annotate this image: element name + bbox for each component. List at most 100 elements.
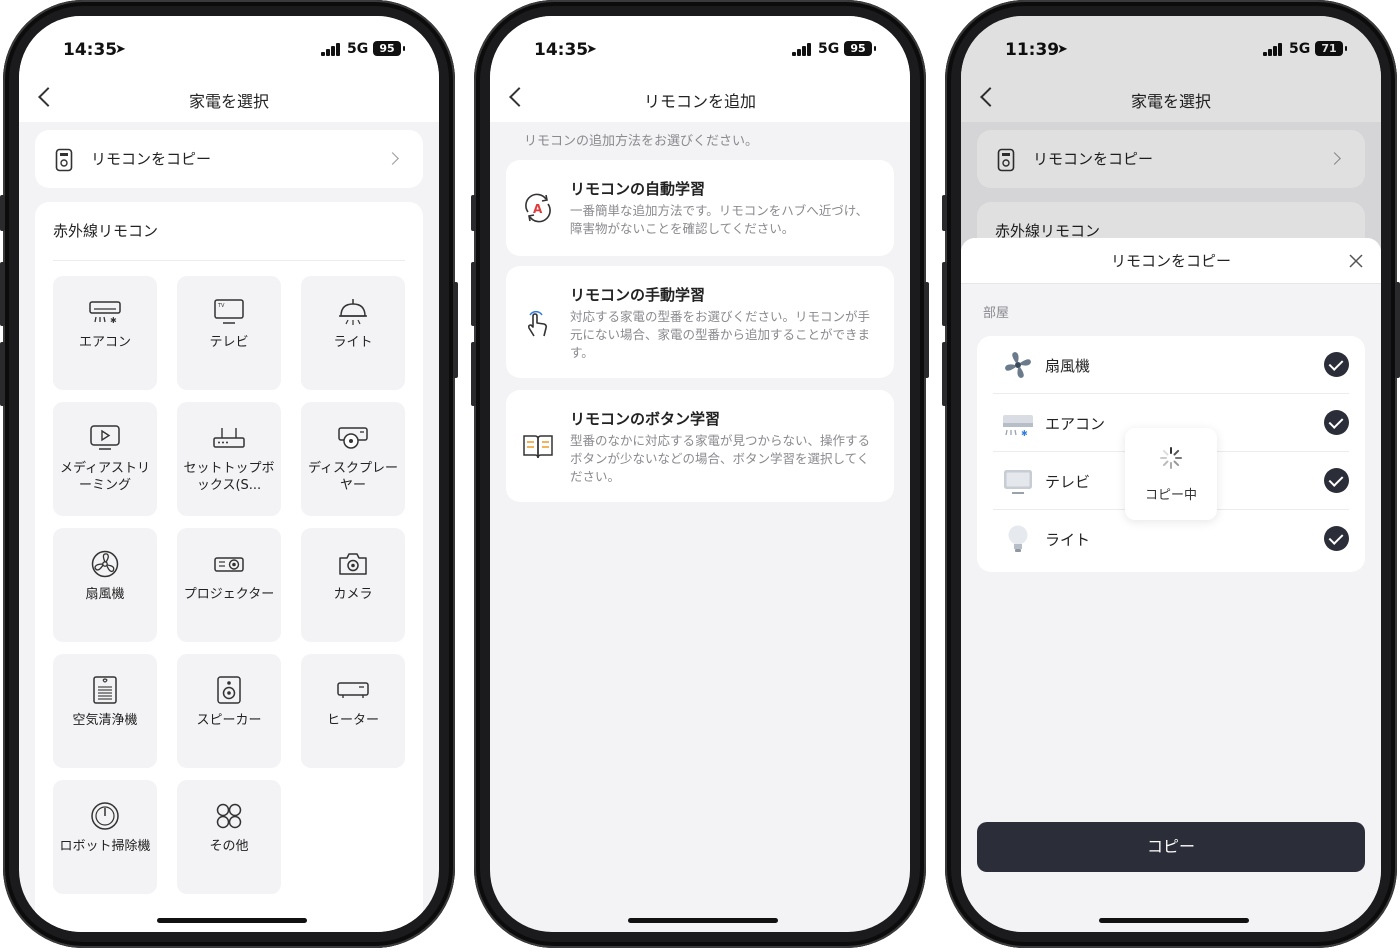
side-button: [471, 342, 476, 406]
instruction-text: リモコンの追加方法をお選びください。: [524, 134, 759, 149]
side-button: [0, 342, 5, 406]
section-title: 赤外線リモコン: [53, 222, 159, 240]
check-icon[interactable]: [1324, 526, 1349, 551]
tile-other[interactable]: その他: [177, 780, 281, 894]
close-icon[interactable]: [1349, 254, 1363, 268]
device-name: 扇風機: [1045, 357, 1091, 375]
air-conditioner-icon: ✱: [89, 301, 121, 325]
svg-text:✱: ✱: [1021, 429, 1028, 438]
signal-icon: [792, 42, 812, 56]
tile-label: ヒーター: [326, 713, 379, 728]
tile-label: プロジェクター: [183, 587, 275, 602]
tile-air-purifier[interactable]: 空気清浄機: [53, 654, 157, 768]
signal-icon: [321, 42, 341, 56]
tile-label: 扇風機: [85, 587, 125, 602]
fan-icon: [91, 550, 119, 578]
tile-disc-player[interactable]: ディスクプレーヤー: [301, 402, 405, 516]
media-streaming-icon: [90, 425, 120, 450]
screen-select-appliance: 14:35 ➤ 5G 95 家電を選択 リモコンをコピー 赤外線リモコン ✱ エ…: [19, 16, 439, 932]
battery-icon: 95: [373, 41, 405, 56]
tile-fan[interactable]: 扇風機: [53, 528, 157, 642]
tile-label: 空気清浄機: [72, 713, 138, 728]
tile-speaker[interactable]: スピーカー: [177, 654, 281, 768]
location-arrow-icon: ➤: [586, 42, 597, 57]
side-button: [471, 195, 476, 231]
method-title: リモコンの手動学習: [570, 286, 706, 304]
nav-bar: 家電を選択: [19, 78, 439, 122]
svg-text:TV: TV: [217, 303, 225, 309]
tile-label: メディアストリーミング: [59, 461, 151, 493]
copy-remote-label: リモコンをコピー: [91, 150, 212, 168]
tile-light[interactable]: ライト: [301, 276, 405, 390]
other-icon: [216, 803, 242, 829]
fan-icon: [1005, 352, 1031, 378]
page-title: リモコンを追加: [643, 92, 756, 111]
tv-icon: TV: [214, 299, 244, 324]
svg-text:✱: ✱: [110, 316, 117, 325]
tile-projector[interactable]: プロジェクター: [177, 528, 281, 642]
network-type: 5G: [818, 41, 840, 57]
loading-spinner-icon: [1160, 447, 1182, 469]
copy-remote-row[interactable]: リモコンをコピー: [35, 130, 423, 188]
method-manual-learn[interactable]: リモコンの手動学習 対応する家電の型番をお選びください。リモコンが手元にない場合…: [506, 266, 894, 378]
speaker-icon: [217, 676, 241, 704]
check-icon[interactable]: [1324, 352, 1349, 377]
battery-icon: 95: [844, 41, 876, 56]
divider: [53, 260, 405, 261]
tile-media-streaming[interactable]: メディアストリーミング: [53, 402, 157, 516]
device-row-fan[interactable]: 扇風機: [977, 336, 1365, 394]
side-button: [924, 282, 929, 378]
check-icon[interactable]: [1324, 468, 1349, 493]
method-description: 型番のなかに対応する家電が見つからない、操作するボタンが少ないなどの場合、ボタン…: [570, 433, 871, 484]
sheet-header: リモコンをコピー: [961, 238, 1381, 284]
check-icon[interactable]: [1324, 410, 1349, 435]
side-button: [942, 262, 947, 326]
location-arrow-icon: ➤: [115, 42, 126, 57]
network-type: 5G: [347, 41, 369, 57]
button-learn-icon: [523, 435, 553, 459]
tile-label: カメラ: [333, 587, 373, 602]
side-button: [1395, 282, 1400, 378]
side-button: [0, 195, 5, 231]
status-time: 14:35: [63, 40, 118, 60]
tile-label: スピーカー: [196, 713, 262, 728]
tile-set-top-box[interactable]: セットトップボックス(S...: [177, 402, 281, 516]
phone-frame-2: 14:35 ➤ 5G 95 リモコンを追加 リモコンの追加方法をお選びください。…: [471, 0, 929, 948]
home-indicator: [628, 918, 778, 923]
auto-learn-icon: A: [525, 193, 551, 223]
device-name: ライト: [1045, 531, 1091, 549]
tile-label: ディスクプレーヤー: [307, 461, 399, 493]
home-indicator: [157, 918, 307, 923]
tile-robot-vacuum[interactable]: ロボット掃除機: [53, 780, 157, 894]
method-button-learn[interactable]: リモコンのボタン学習 型番のなかに対応する家電が見つからない、操作するボタンが少…: [506, 390, 894, 502]
device-name: テレビ: [1045, 473, 1091, 491]
phone-frame-3: 11:39 ➤ 5G 71 家電を選択 リモコンをコピー 赤外線リモコン リモコ…: [942, 0, 1400, 948]
method-description: 一番簡単な追加方法です。リモコンをハブへ近づけ、障害物がないことを確認してくださ…: [570, 203, 869, 236]
tile-camera[interactable]: カメラ: [301, 528, 405, 642]
copy-button[interactable]: コピー: [977, 822, 1365, 872]
disc-player-icon: [338, 427, 368, 449]
side-button: [942, 195, 947, 231]
tile-label: エアコン: [78, 335, 131, 350]
camera-icon: [339, 553, 367, 575]
copying-toast: コピー中: [1125, 428, 1217, 520]
status-time: 14:35: [534, 40, 589, 60]
air-purifier-icon: [93, 676, 117, 704]
side-button: [942, 342, 947, 406]
tile-label: その他: [209, 839, 249, 854]
ir-remote-section: 赤外線リモコン ✱ エアコン TV テレビ ライト メディアストリーミング セッ…: [35, 202, 423, 932]
svg-text:A: A: [533, 202, 543, 216]
tile-tv[interactable]: TV テレビ: [177, 276, 281, 390]
method-title: リモコンの自動学習: [570, 180, 706, 198]
remote-icon: [55, 148, 73, 172]
heater-icon: [337, 682, 369, 698]
method-auto-learn[interactable]: A リモコンの自動学習 一番簡単な追加方法です。リモコンをハブへ近づけ、障害物が…: [506, 160, 894, 256]
home-indicator: [1099, 918, 1249, 923]
set-top-box-icon: [213, 428, 245, 448]
screen-copy-remote: 11:39 ➤ 5G 71 家電を選択 リモコンをコピー 赤外線リモコン リモコ…: [961, 16, 1381, 932]
side-button: [0, 262, 5, 326]
tile-air-conditioner[interactable]: ✱ エアコン: [53, 276, 157, 390]
tile-heater[interactable]: ヒーター: [301, 654, 405, 768]
side-button: [471, 262, 476, 326]
side-button: [453, 282, 458, 378]
